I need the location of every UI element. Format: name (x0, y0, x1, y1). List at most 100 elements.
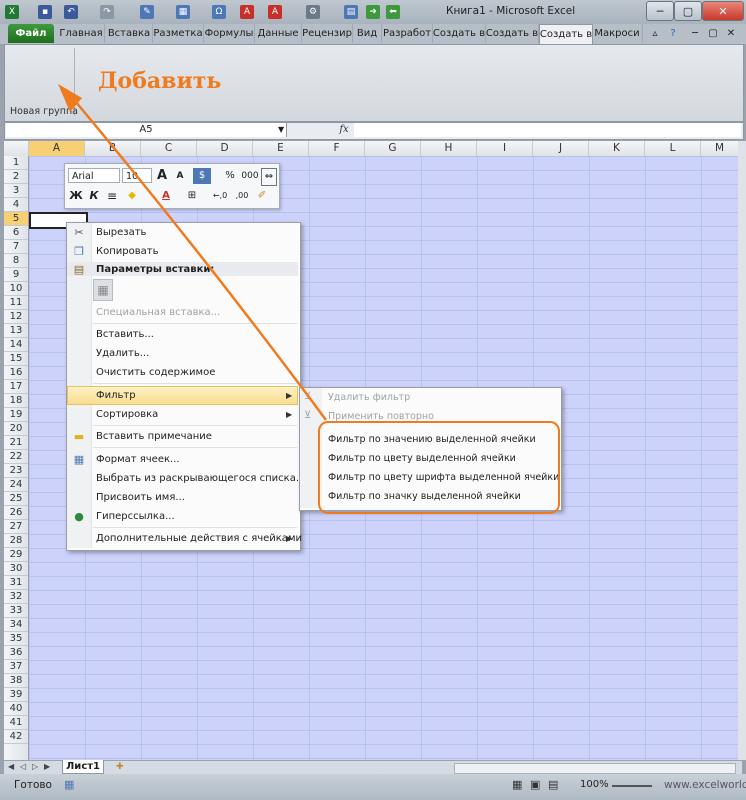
row-header[interactable]: 35 (4, 632, 28, 646)
tab-home[interactable]: Главная (58, 24, 105, 43)
row-header[interactable]: 34 (4, 618, 28, 632)
minimize-doc-icon[interactable]: ─ (688, 24, 702, 43)
row-header[interactable]: 2 (4, 170, 28, 184)
chevron-up-icon[interactable]: ▵ (648, 24, 662, 43)
quick-tool-icon[interactable]: ▦ (176, 5, 190, 19)
number-format-icon[interactable]: $ (193, 168, 211, 184)
row-header[interactable]: 17 (4, 380, 28, 394)
undo-icon[interactable]: ↶ (64, 5, 78, 19)
menu-item-clear[interactable]: Очистить содержимое (96, 367, 215, 378)
shrink-font-button[interactable]: A (173, 168, 187, 184)
column-header[interactable]: M (701, 141, 738, 156)
menu-item-cut[interactable]: Вырезать (96, 227, 146, 238)
tab-file[interactable]: Файл (8, 24, 54, 43)
row-header[interactable]: 18 (4, 394, 28, 408)
row-header[interactable]: 38 (4, 674, 28, 688)
row-header[interactable]: 22 (4, 450, 28, 464)
tab-review[interactable]: Рецензир (302, 24, 353, 43)
percent-button[interactable]: % (223, 168, 237, 184)
row-header[interactable]: 41 (4, 716, 28, 730)
row-header[interactable]: 19 (4, 408, 28, 422)
thousands-button[interactable]: 000 (241, 168, 259, 184)
menu-item-insert[interactable]: Вставить... (96, 329, 154, 340)
row-header[interactable]: 24 (4, 478, 28, 492)
column-header[interactable]: J (533, 141, 589, 156)
row-header[interactable]: 42 (4, 730, 28, 744)
row-header[interactable]: 32 (4, 590, 28, 604)
column-header[interactable]: H (421, 141, 477, 156)
tab-formulas[interactable]: Формулы (204, 24, 255, 43)
column-header[interactable]: L (645, 141, 701, 156)
menu-item-format-cells[interactable]: Формат ячеек... (96, 454, 180, 465)
row-header[interactable]: 20 (4, 422, 28, 436)
row-header[interactable]: 39 (4, 688, 28, 702)
tab-insert[interactable]: Вставка (106, 24, 153, 43)
quick-tool-icon[interactable]: ▤ (344, 5, 358, 19)
row-header[interactable]: 23 (4, 464, 28, 478)
row-header[interactable]: 3 (4, 184, 28, 198)
row-header[interactable]: 14 (4, 338, 28, 352)
tab-custom-1[interactable]: Создать в (433, 24, 486, 43)
row-header[interactable]: 31 (4, 576, 28, 590)
redo-icon[interactable]: ↷ (100, 5, 114, 19)
row-header[interactable]: 21 (4, 436, 28, 450)
column-header[interactable]: C (141, 141, 197, 156)
align-center-icon[interactable]: ≡ (105, 188, 119, 204)
menu-item-pick-list[interactable]: Выбрать из раскрывающегося списка... (96, 473, 305, 484)
menu-item-paste-special[interactable]: Специальная вставка... (96, 307, 220, 318)
page-break-icon[interactable]: ▤ (548, 778, 558, 791)
menu-item-filter[interactable]: Фильтр (96, 390, 136, 401)
row-header[interactable]: 37 (4, 660, 28, 674)
tab-view[interactable]: Вид (353, 24, 382, 43)
page-layout-icon[interactable]: ▣ (530, 778, 540, 791)
insert-function-button[interactable]: fx (335, 123, 353, 137)
row-header[interactable]: 33 (4, 604, 28, 618)
sheet-nav-next-icon[interactable]: ▷ (32, 762, 38, 771)
menu-item-hyperlink[interactable]: Гиперссылка... (96, 511, 175, 522)
close-button[interactable]: ✕ (702, 1, 744, 21)
row-header[interactable]: 27 (4, 520, 28, 534)
column-header[interactable]: K (589, 141, 645, 156)
row-header[interactable]: 4 (4, 198, 28, 212)
font-name-combo[interactable]: Arial (68, 168, 120, 183)
macro-record-icon[interactable]: ▦ (64, 778, 74, 791)
row-header[interactable]: 11 (4, 296, 28, 310)
menu-item-insert-comment[interactable]: Вставить примечание (96, 431, 212, 442)
row-header[interactable]: 6 (4, 226, 28, 240)
new-sheet-icon[interactable]: ✚ (116, 762, 124, 772)
row-header[interactable]: 36 (4, 646, 28, 660)
quick-tool-icon[interactable]: ⚙ (306, 5, 320, 19)
grow-font-button[interactable]: A (155, 168, 169, 184)
menu-item-sort[interactable]: Сортировка (96, 409, 158, 420)
zoom-slider[interactable] (612, 785, 652, 787)
column-header[interactable]: G (365, 141, 421, 156)
help-icon[interactable]: ? (666, 24, 680, 43)
italic-button[interactable]: К (87, 188, 101, 204)
namebox-dropdown-icon[interactable]: ▼ (278, 125, 284, 134)
normal-view-icon[interactable]: ▦ (512, 778, 522, 791)
font-color-icon[interactable]: A (268, 5, 282, 19)
close-doc-icon[interactable]: ✕ (724, 24, 738, 43)
paste-icon[interactable]: ▦ (93, 279, 113, 301)
menu-item-copy[interactable]: Копировать (96, 246, 158, 257)
tab-custom-2[interactable]: Создать в (486, 24, 539, 43)
menu-item-delete[interactable]: Удалить... (96, 348, 149, 359)
row-header[interactable]: 25 (4, 492, 28, 506)
arrow-right-icon[interactable]: ➜ (366, 5, 380, 19)
name-box[interactable]: A5 (6, 123, 287, 137)
fill-color-icon[interactable]: A (240, 5, 254, 19)
tab-developer[interactable]: Разработ (382, 24, 433, 43)
select-all-corner[interactable] (4, 141, 29, 156)
restore-doc-icon[interactable]: ▢ (706, 24, 720, 43)
sheet-tab[interactable]: Лист1 (62, 760, 104, 774)
bold-button[interactable]: Ж (69, 188, 83, 204)
maximize-button[interactable]: ▢ (674, 1, 702, 21)
omega-icon[interactable]: Ω (212, 5, 226, 19)
row-header[interactable]: 9 (4, 268, 28, 282)
vertical-scrollbar[interactable] (738, 141, 746, 760)
merge-icon[interactable]: ⇔ (261, 168, 277, 186)
borders-icon[interactable]: ⊞ (185, 188, 199, 204)
decrease-decimal-button[interactable]: ,00 (233, 188, 251, 204)
row-header[interactable]: 29 (4, 548, 28, 562)
column-header[interactable]: A (29, 141, 85, 156)
